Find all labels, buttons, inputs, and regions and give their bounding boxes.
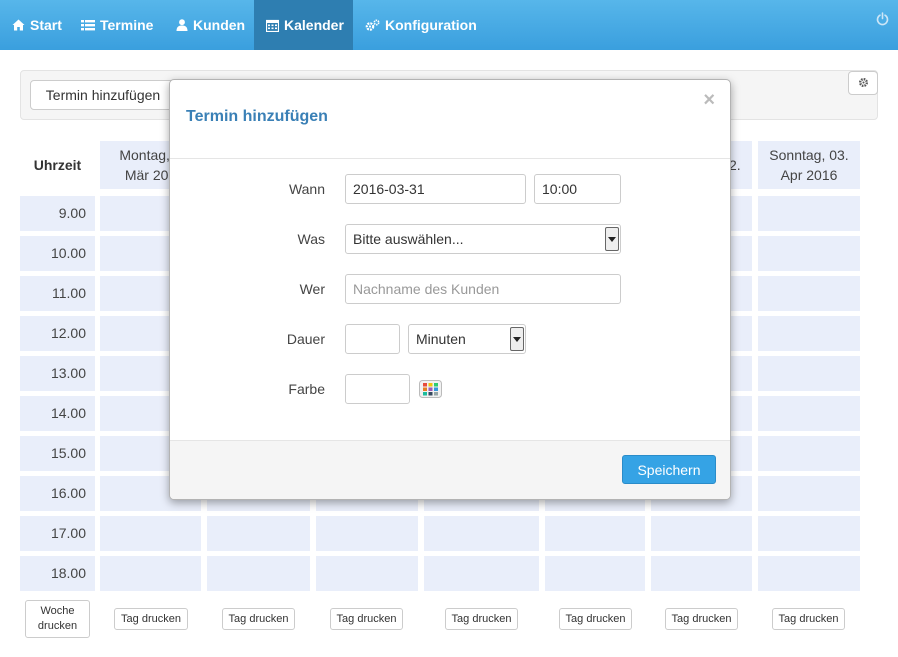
calendar-icon <box>266 19 279 32</box>
calendar-slot[interactable] <box>316 516 418 551</box>
calendar-slot[interactable] <box>207 516 310 551</box>
time-label: 12.00 <box>20 316 95 351</box>
list-icon <box>81 19 95 31</box>
calendar-slot[interactable] <box>758 316 860 351</box>
print-day-button[interactable]: Tag drucken <box>559 608 632 630</box>
add-appointment-button[interactable]: Termin hinzufügen <box>30 80 176 110</box>
nav-kalender-label: Kalender <box>284 17 344 33</box>
calendar-slot[interactable] <box>758 516 860 551</box>
calendar-slot[interactable] <box>545 556 645 591</box>
close-icon[interactable]: × <box>703 90 715 110</box>
wer-label: Wer <box>299 281 325 297</box>
nav-konfiguration-label: Konfiguration <box>385 17 477 33</box>
nav-kunden-label: Kunden <box>193 17 246 33</box>
time-label: 13.00 <box>20 356 95 391</box>
print-day-button[interactable]: Tag drucken <box>330 608 403 630</box>
was-label: Was <box>297 231 325 247</box>
customer-name-input[interactable]: Nachname des Kunden <box>345 274 621 304</box>
chevron-down-icon <box>510 327 524 351</box>
calendar-slot[interactable] <box>424 516 539 551</box>
date-input[interactable]: 2016-03-31 <box>345 174 526 204</box>
day-header-saturday: 2. <box>729 141 752 189</box>
calendar-slot[interactable] <box>651 516 752 551</box>
print-day-button[interactable]: Tag drucken <box>445 608 518 630</box>
time-label: 9.00 <box>20 196 95 231</box>
home-icon <box>12 19 25 31</box>
duration-unit-select[interactable]: Minuten <box>408 324 526 354</box>
nav-termine-label: Termine <box>100 17 154 33</box>
print-day-button[interactable]: Tag drucken <box>114 608 188 630</box>
calendar-slot[interactable] <box>758 556 860 591</box>
print-day-button[interactable]: Tag drucken <box>222 608 295 630</box>
calendar-slot[interactable] <box>758 476 860 511</box>
nav-konfiguration[interactable]: Konfiguration <box>365 0 477 50</box>
add-appointment-modal: Termin hinzufügen × Wann 2016-03-31 10:0… <box>169 79 731 500</box>
calendar-slot[interactable] <box>100 556 201 591</box>
calendar-slot[interactable] <box>758 436 860 471</box>
cogs-icon <box>365 18 380 32</box>
print-day-button[interactable]: Tag drucken <box>665 608 738 630</box>
power-icon[interactable] <box>876 12 889 29</box>
save-button[interactable]: Speichern <box>622 455 716 484</box>
day-header-sunday: Sonntag, 03. Apr 2016 <box>758 141 860 189</box>
top-navbar: Start Termine Kunden Kalender Konfigurat… <box>0 0 898 50</box>
was-select[interactable]: Bitte auswählen... <box>345 224 621 254</box>
calendar-slot[interactable] <box>758 356 860 391</box>
time-label: 15.00 <box>20 436 95 471</box>
calendar-slot[interactable] <box>651 556 752 591</box>
was-select-value: Bitte auswählen... <box>353 231 464 247</box>
time-label: 11.00 <box>20 276 95 311</box>
calendar-slot[interactable] <box>758 196 860 231</box>
calendar-slot[interactable] <box>316 556 418 591</box>
print-week-button[interactable]: Woche drucken <box>25 600 90 638</box>
color-input[interactable] <box>345 374 410 404</box>
chevron-down-icon <box>605 227 619 251</box>
settings-button[interactable] <box>848 71 878 95</box>
nav-start[interactable]: Start <box>12 0 62 50</box>
time-column-header: Uhrzeit <box>33 157 82 173</box>
wann-label: Wann <box>288 181 325 197</box>
duration-input[interactable] <box>345 324 400 354</box>
user-icon <box>176 19 188 31</box>
time-input[interactable]: 10:00 <box>534 174 621 204</box>
nav-kalender[interactable]: Kalender <box>254 0 353 50</box>
time-label: 17.00 <box>20 516 95 551</box>
nav-termine[interactable]: Termine <box>81 0 153 50</box>
time-label: 18.00 <box>20 556 95 591</box>
calendar-slot[interactable] <box>545 516 645 551</box>
nav-start-label: Start <box>30 17 62 33</box>
time-label: 14.00 <box>20 396 95 431</box>
nav-kunden[interactable]: Kunden <box>176 0 245 50</box>
time-label: 16.00 <box>20 476 95 511</box>
calendar-slot[interactable] <box>758 276 860 311</box>
gear-icon <box>858 75 869 91</box>
calendar-slot[interactable] <box>100 516 201 551</box>
calendar-slot[interactable] <box>424 556 539 591</box>
duration-unit-value: Minuten <box>416 331 466 347</box>
calendar-slot[interactable] <box>207 556 310 591</box>
calendar-slot[interactable] <box>758 236 860 271</box>
color-palette-icon[interactable] <box>419 380 442 401</box>
modal-title: Termin hinzufügen <box>186 108 328 125</box>
farbe-label: Farbe <box>288 381 325 397</box>
calendar-slot[interactable] <box>758 396 860 431</box>
dauer-label: Dauer <box>286 331 325 347</box>
modal-header-divider <box>170 158 730 159</box>
time-label: 10.00 <box>20 236 95 271</box>
print-day-button[interactable]: Tag drucken <box>772 608 845 630</box>
